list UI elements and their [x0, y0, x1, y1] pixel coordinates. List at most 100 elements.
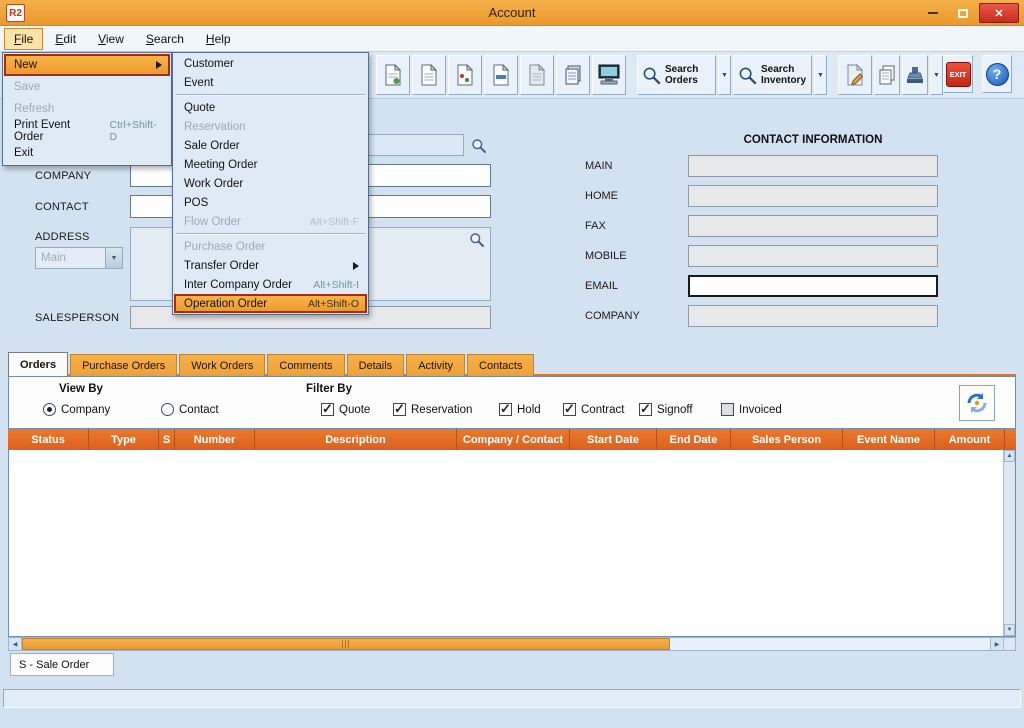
document-icon — [456, 64, 474, 86]
account-search-button[interactable] — [466, 135, 491, 156]
checkbox-icon[interactable] — [639, 403, 652, 416]
document-button-4[interactable] — [484, 55, 518, 95]
menu-item-event[interactable]: Event — [174, 73, 367, 92]
tab-orders[interactable]: Orders — [8, 352, 68, 376]
column-header-end-date[interactable]: End Date — [656, 429, 730, 450]
tab-purchase-orders[interactable]: Purchase Orders — [70, 354, 177, 376]
document-button-3[interactable] — [448, 55, 482, 95]
menu-item-new[interactable]: New — [4, 54, 170, 76]
filter-reservation-checkbox[interactable]: Reservation — [393, 403, 472, 416]
sale-order-legend-tab[interactable]: S - Sale Order — [10, 653, 114, 676]
column-header-sales-person[interactable]: Sales Person — [730, 429, 842, 450]
column-header-number[interactable]: Number — [174, 429, 254, 450]
search-orders-button[interactable]: SearchOrders — [637, 55, 716, 95]
filter-invoiced-checkbox[interactable]: Invoiced — [721, 403, 782, 416]
orders-table-body[interactable]: ▲ ▼ — [8, 450, 1016, 637]
menu-item-inter-company-order[interactable]: Inter Company Order Alt+Shift-I — [174, 275, 367, 294]
address-search-button[interactable] — [464, 229, 489, 250]
filter-signoff-checkbox[interactable]: Signoff — [639, 403, 693, 416]
column-header-type[interactable]: Type — [88, 429, 158, 450]
menu-item-transfer-order[interactable]: Transfer Order — [174, 256, 367, 275]
column-header-s[interactable]: S — [158, 429, 174, 450]
close-button[interactable]: ✕ — [979, 3, 1019, 23]
radio-icon[interactable] — [161, 403, 174, 416]
menu-file[interactable]: File — [4, 28, 43, 50]
search-orders-dropdown[interactable]: ▼ — [718, 55, 731, 95]
column-header-status[interactable]: Status — [8, 429, 88, 450]
column-header-amount[interactable]: Amount — [934, 429, 1004, 450]
column-header-company-contact[interactable]: Company / Contact — [456, 429, 569, 450]
filter-contract-checkbox[interactable]: Contract — [563, 403, 624, 416]
scrollbar-grip — [342, 640, 350, 648]
terminal-icon — [597, 64, 621, 86]
edit-document-button[interactable] — [838, 55, 872, 95]
menu-item-customer[interactable]: Customer — [174, 54, 367, 73]
scroll-right-button[interactable]: ▶ — [990, 638, 1003, 650]
document-icon — [528, 64, 546, 86]
search-inventory-button[interactable]: SearchInventory — [733, 55, 812, 95]
vertical-scrollbar[interactable]: ▲ ▼ — [1003, 450, 1015, 636]
menu-edit[interactable]: Edit — [45, 28, 86, 50]
menu-item-pos[interactable]: POS — [174, 193, 367, 212]
radio-icon[interactable] — [43, 403, 56, 416]
chevron-down-icon[interactable]: ▼ — [105, 248, 122, 268]
menu-view[interactable]: View — [88, 28, 134, 50]
menu-item-print-event-order[interactable]: Print Event Order Ctrl+Shift-D — [4, 120, 170, 142]
contact-label: CONTACT — [35, 201, 89, 213]
tab-details[interactable]: Details — [347, 354, 405, 376]
view-by-contact-radio[interactable]: Contact — [161, 403, 219, 416]
column-header-start-date[interactable]: Start Date — [569, 429, 656, 450]
address-label: ADDRESS — [35, 231, 90, 243]
arrow-down-icon: ▼ — [1007, 627, 1013, 633]
minimize-button[interactable] — [919, 3, 946, 23]
column-header-description[interactable]: Description — [254, 429, 456, 450]
menu-item-sale-order[interactable]: Sale Order — [174, 136, 367, 155]
stamp-button[interactable] — [902, 55, 928, 95]
search-inventory-label: SearchInventory — [761, 64, 806, 86]
menu-item-exit[interactable]: Exit — [4, 142, 170, 164]
scrollbar-track[interactable] — [670, 638, 990, 650]
menu-item-meeting-order[interactable]: Meeting Order — [174, 155, 367, 174]
magnifier-icon — [471, 138, 487, 154]
arrow-left-icon: ◀ — [13, 641, 18, 648]
horizontal-scrollbar[interactable]: ◀ ▶ — [8, 637, 1016, 651]
filter-hold-checkbox[interactable]: Hold — [499, 403, 541, 416]
document-button-1[interactable] — [376, 55, 410, 95]
scroll-left-button[interactable]: ◀ — [9, 638, 22, 650]
menu-search[interactable]: Search — [136, 28, 194, 50]
checkbox-icon[interactable] — [563, 403, 576, 416]
checkbox-icon[interactable] — [721, 403, 734, 416]
scroll-up-button[interactable]: ▲ — [1004, 450, 1015, 462]
document-button-2[interactable] — [412, 55, 446, 95]
documents-stack-button[interactable] — [556, 55, 590, 95]
tab-activity[interactable]: Activity — [406, 354, 465, 376]
help-button[interactable]: ? — [982, 55, 1012, 93]
menu-item-quote[interactable]: Quote — [174, 98, 367, 117]
checkbox-icon[interactable] — [321, 403, 334, 416]
tab-contacts[interactable]: Contacts — [467, 354, 534, 376]
filter-quote-checkbox[interactable]: Quote — [321, 403, 370, 416]
stamp-dropdown[interactable]: ▼ — [930, 55, 943, 95]
search-inventory-dropdown[interactable]: ▼ — [814, 55, 827, 95]
address-type-combo[interactable]: Main ▼ — [35, 247, 123, 269]
view-by-company-radio[interactable]: Company — [43, 403, 110, 416]
tab-work-orders[interactable]: Work Orders — [179, 354, 265, 376]
document-button-5[interactable] — [520, 55, 554, 95]
menu-help[interactable]: Help — [196, 28, 241, 50]
tab-comments[interactable]: Comments — [267, 354, 344, 376]
column-header-event-name[interactable]: Event Name — [842, 429, 934, 450]
refresh-orders-button[interactable] — [959, 385, 995, 421]
exit-button[interactable]: EXIT — [943, 55, 973, 93]
menu-item-work-order[interactable]: Work Order — [174, 174, 367, 193]
copy-button[interactable] — [874, 55, 900, 95]
email-field[interactable] — [688, 275, 938, 297]
submenu-arrow-icon — [156, 61, 162, 69]
scroll-down-button[interactable]: ▼ — [1004, 624, 1015, 636]
checkbox-icon[interactable] — [499, 403, 512, 416]
search-icon — [642, 66, 661, 85]
maximize-button[interactable] — [949, 3, 976, 23]
terminal-button[interactable] — [592, 55, 626, 95]
scrollbar-thumb[interactable] — [22, 638, 670, 650]
checkbox-icon[interactable] — [393, 403, 406, 416]
menu-item-operation-order[interactable]: Operation Order Alt+Shift-O — [174, 294, 367, 313]
